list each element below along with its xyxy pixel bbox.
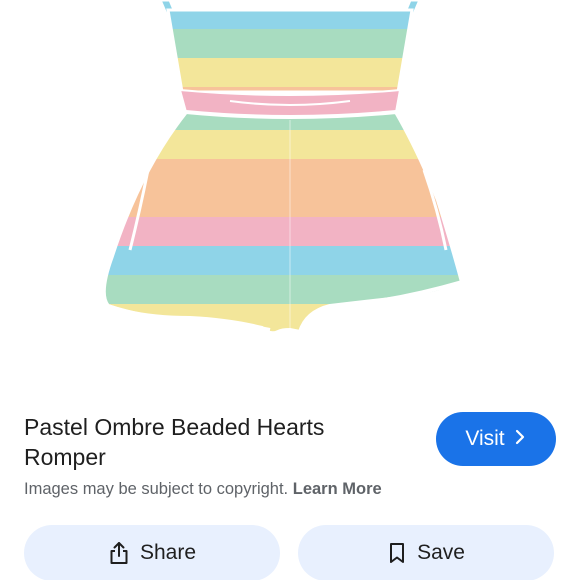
save-label: Save	[417, 541, 465, 564]
chevron-right-icon	[513, 429, 527, 449]
image-detail-screen: Pastel Ombre Beaded Hearts Romper Visit …	[0, 0, 580, 580]
share-button[interactable]: Share	[24, 525, 280, 580]
romper-illustration	[101, 0, 465, 336]
visit-label: Visit	[465, 427, 505, 450]
product-title[interactable]: Pastel Ombre Beaded Hearts Romper	[24, 412, 404, 472]
bookmark-icon	[387, 541, 407, 565]
copyright-notice: Images may be subject to copyright. Lear…	[24, 480, 382, 499]
learn-more-link[interactable]: Learn More	[293, 480, 382, 498]
share-icon	[108, 541, 130, 565]
copyright-text: Images may be subject to copyright.	[24, 480, 289, 498]
product-image[interactable]	[0, 0, 580, 390]
save-button[interactable]: Save	[298, 525, 554, 580]
share-label: Share	[139, 541, 197, 564]
visit-button[interactable]: Visit	[436, 412, 556, 466]
